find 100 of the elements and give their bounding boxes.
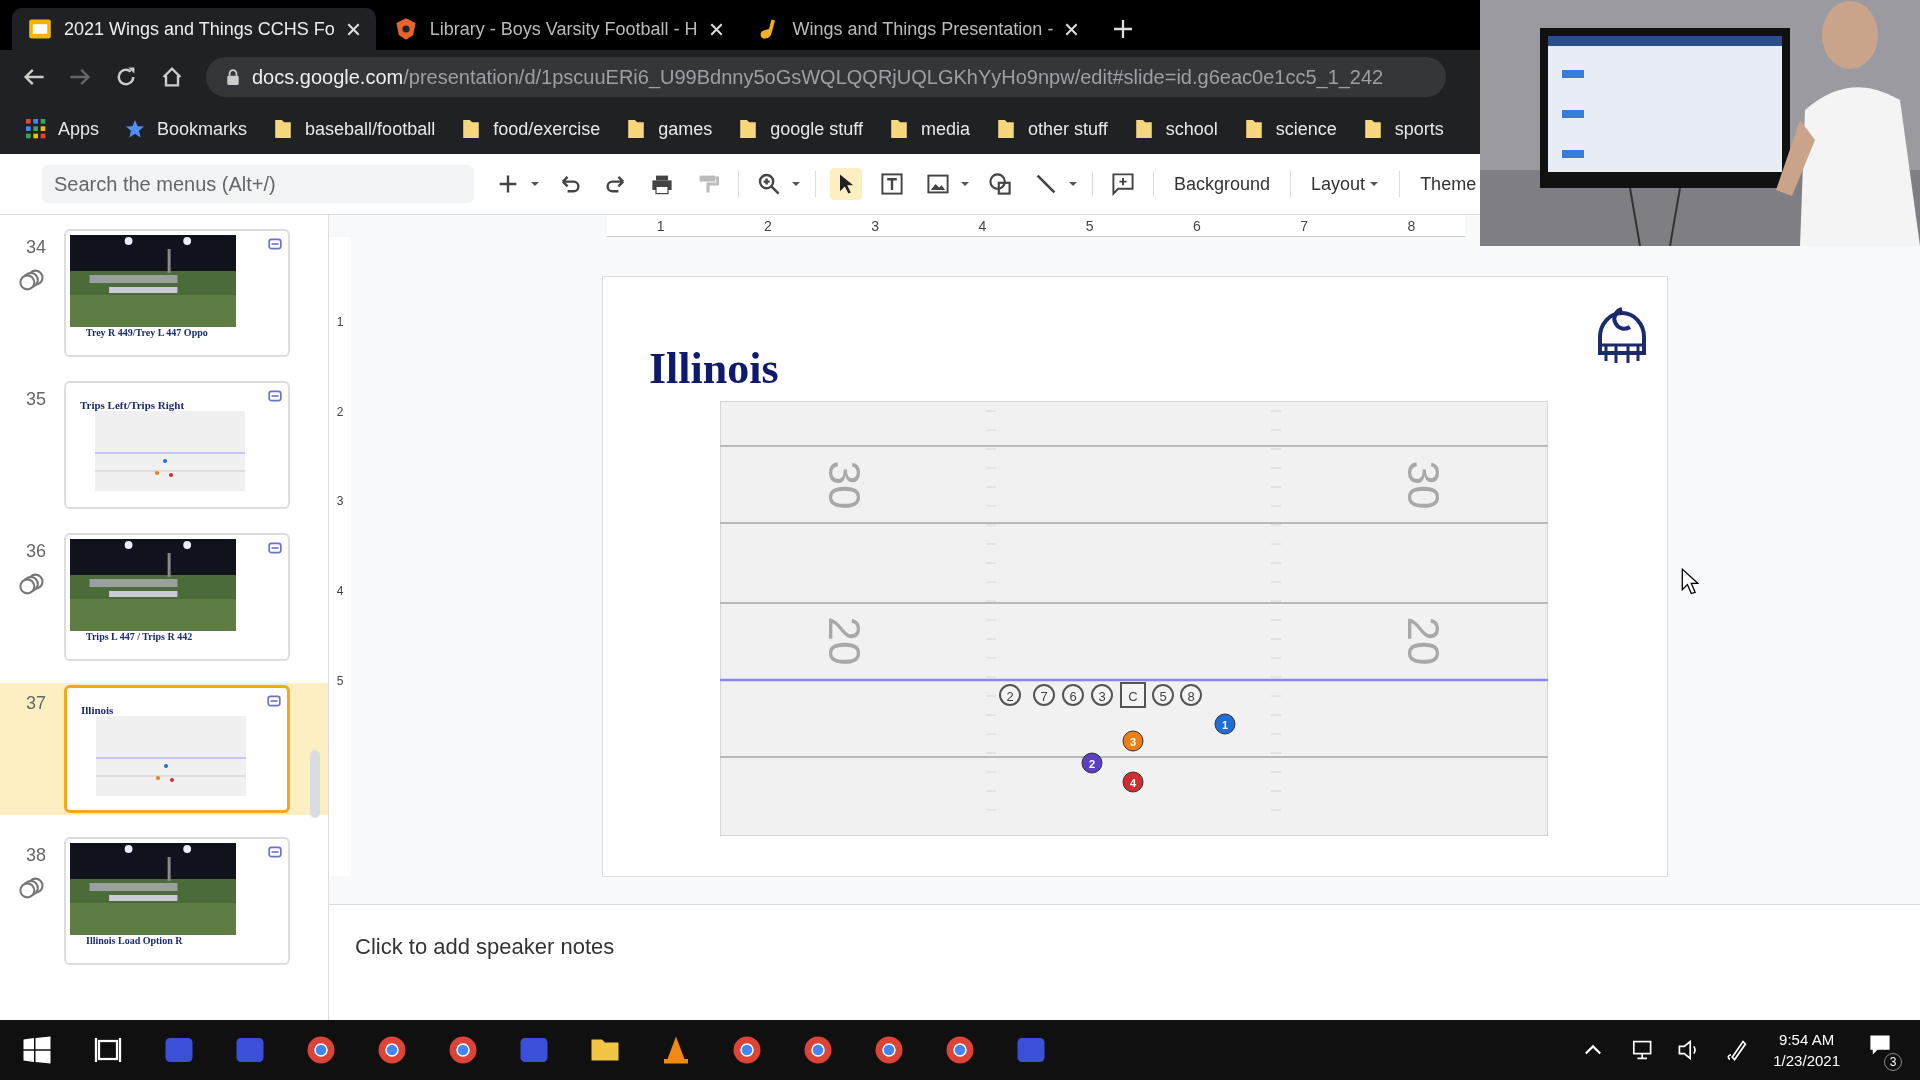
- notification-button[interactable]: 3: [1864, 1029, 1902, 1071]
- search-field[interactable]: Search the menus (Alt+/): [42, 165, 474, 203]
- caret-icon[interactable]: [960, 179, 970, 189]
- bookmark[interactable]: sports: [1362, 118, 1444, 140]
- address-bar[interactable]: docs.google.com/presentation/d/1pscuuERi6_U99Bdnny5oGsWQLQQRjUQLGKhYyHo9npw/edit#slide=id.g6eac0e1cc5_1_242: [206, 57, 1446, 97]
- app-icon[interactable]: [448, 1035, 478, 1065]
- slide-row[interactable]: 34 Trey R 449/Trey L 447 Oppo: [0, 227, 328, 359]
- slide-caption: Trips L 447 / Trips R 442: [85, 631, 194, 642]
- yard-number: 20: [1398, 616, 1448, 666]
- slides-icon: [28, 17, 52, 41]
- app-icon[interactable]: [377, 1035, 407, 1065]
- slide-link-icon: [268, 541, 282, 555]
- ruler-number: 6: [1192, 217, 1201, 236]
- app-icon[interactable]: [945, 1035, 975, 1065]
- caret-icon[interactable]: [530, 179, 540, 189]
- home-icon[interactable]: [160, 65, 184, 89]
- slide-title: Trips Left/Trips Right: [79, 398, 185, 411]
- slide-row[interactable]: 35 Trips Left/Trips Right: [0, 379, 328, 511]
- slide-caption: Illinois Load Option R: [85, 935, 184, 946]
- toolbar-button[interactable]: Theme: [1414, 169, 1483, 199]
- new-tab-icon[interactable]: [1114, 20, 1133, 38]
- clock[interactable]: 9:54 AM 1/23/2021: [1773, 1031, 1840, 1069]
- notification-count: 3: [1884, 1053, 1902, 1071]
- slide-title: Illinois: [649, 343, 779, 394]
- traffic-cone-icon[interactable]: [661, 1035, 691, 1065]
- bookmark[interactable]: google stuff: [738, 118, 863, 140]
- slide-row[interactable]: 38 Illinois Load Option R: [0, 835, 328, 967]
- star-icon: [125, 119, 146, 139]
- close-icon[interactable]: [709, 22, 723, 36]
- toolbar-button[interactable]: Background: [1168, 169, 1277, 199]
- tab-title: Library - Boys Varsity Football - H: [429, 18, 698, 40]
- select-pointer-icon[interactable]: [830, 168, 862, 200]
- ruler-number: 4: [978, 217, 987, 236]
- slide-row[interactable]: 37 Illinois: [0, 683, 328, 815]
- yard-number: 20: [819, 616, 869, 666]
- ruler-number: 3: [336, 494, 344, 509]
- bookmark[interactable]: Bookmarks: [125, 118, 248, 140]
- bookmark[interactable]: science: [1243, 118, 1337, 140]
- slide-link-icon: [268, 845, 282, 859]
- player-marker: 1: [1214, 713, 1236, 735]
- ruler-number: 8: [1407, 217, 1416, 236]
- app-icon[interactable]: [732, 1035, 762, 1065]
- bookmark[interactable]: games: [626, 118, 713, 140]
- slide-thumbnail[interactable]: Illinois: [64, 685, 290, 813]
- url-text: docs.google.com/presentation/d/1pscuuERi6_U99Bdnny5oGsWQLQQRjUQLGKhYyHo9npw/edit#slide=id.g6eac0e1cc5_1_242: [252, 65, 1384, 89]
- mouse-cursor-icon: [1681, 567, 1699, 597]
- folder-icon: [889, 119, 909, 139]
- caret-icon[interactable]: [1068, 179, 1078, 189]
- scrollbar[interactable]: [310, 750, 320, 818]
- lineman-marker: C: [1120, 682, 1146, 708]
- ruler-number: 2: [336, 404, 344, 419]
- slide[interactable]: Illinois 30 20 30 20 2 7 6 3 C 5 8 1 3 2 4: [603, 277, 1667, 876]
- ruler-number: 1: [336, 314, 344, 329]
- task-view-icon[interactable]: [93, 1035, 123, 1065]
- browser-tab[interactable]: 2021 Wings and Things CCHS Fo: [12, 8, 376, 50]
- slide-thumbnail[interactable]: Trey R 449/Trey L 447 Oppo: [64, 229, 290, 357]
- app-icon[interactable]: [803, 1035, 833, 1065]
- time: 9:54 AM: [1779, 1031, 1835, 1048]
- yard-number: 30: [1398, 460, 1448, 510]
- app-icon[interactable]: [874, 1035, 904, 1065]
- slide-number: 37: [25, 693, 46, 714]
- slide-link-icon: [267, 694, 281, 708]
- folder-icon: [461, 119, 482, 139]
- caret-icon[interactable]: [791, 179, 801, 189]
- folder-icon: [1133, 119, 1154, 139]
- bookmark[interactable]: other stuff: [996, 118, 1108, 140]
- tab-title: Wings and Things Presentation -: [792, 18, 1054, 40]
- close-icon[interactable]: [346, 22, 360, 36]
- lock-icon: [226, 69, 240, 85]
- app-icon[interactable]: [306, 1035, 336, 1065]
- ruler-number: 5: [1085, 217, 1094, 236]
- slide-title: Illinois: [80, 703, 114, 716]
- player-marker: 3: [1122, 730, 1144, 752]
- folder-icon: [626, 119, 647, 139]
- player-marker: 4: [1122, 771, 1144, 793]
- browser-tab[interactable]: Library - Boys Varsity Football - H: [377, 8, 739, 50]
- bookmark[interactable]: school: [1133, 118, 1218, 140]
- close-icon[interactable]: [1065, 22, 1079, 36]
- ruler-number: 4: [336, 584, 344, 599]
- bookmark[interactable]: media: [889, 118, 971, 140]
- ruler-number: 3: [871, 217, 879, 236]
- slide-thumbnail[interactable]: Trips Left/Trips Right: [64, 381, 290, 509]
- toolbar-button[interactable]: Layout: [1305, 169, 1386, 199]
- windows-start-icon[interactable]: [22, 1035, 52, 1065]
- ruler-number: 5: [336, 674, 344, 689]
- folder-icon: [273, 119, 294, 139]
- yard-number: 30: [819, 460, 869, 510]
- ruler-number: 7: [1300, 217, 1308, 236]
- slide-row[interactable]: 36 Trips L 447 / Trips R 442: [0, 531, 328, 663]
- slide-thumbnail[interactable]: Illinois Load Option R: [64, 837, 290, 965]
- ruler-number: 1: [656, 217, 665, 236]
- ruler-number: 2: [763, 217, 772, 236]
- bookmark[interactable]: Apps: [26, 118, 100, 140]
- slide-thumbnail[interactable]: Trips L 447 / Trips R 442: [64, 533, 290, 661]
- bookmark[interactable]: food/exercise: [461, 118, 601, 140]
- slide-number: 34: [25, 237, 46, 258]
- date: 1/23/2021: [1773, 1052, 1840, 1069]
- bookmark[interactable]: baseball/football: [273, 118, 436, 140]
- slide-link-icon: [268, 237, 282, 251]
- browser-tab[interactable]: Wings and Things Presentation -: [740, 8, 1095, 50]
